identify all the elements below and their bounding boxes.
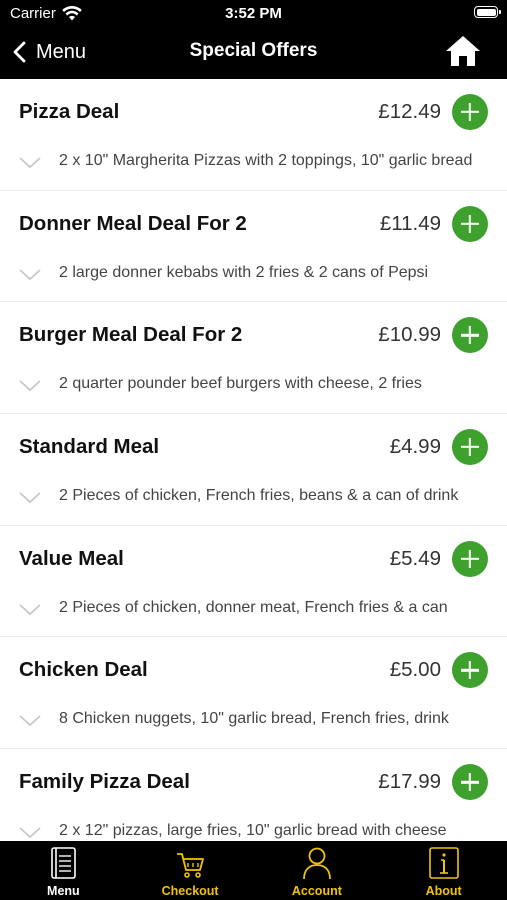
add-to-cart-button[interactable] <box>452 652 488 689</box>
tab-about[interactable]: About <box>380 841 507 900</box>
back-button[interactable]: Menu <box>12 36 86 68</box>
add-to-cart-button[interactable] <box>452 317 488 354</box>
offer-description: 2 quarter pounder beef burgers with chee… <box>59 375 422 393</box>
tab-bar: Menu Checkout Account About <box>0 841 507 900</box>
chevron-down-icon[interactable] <box>19 827 41 839</box>
offer-item[interactable]: Donner Meal Deal For 2 £11.49 2 large do… <box>0 191 507 303</box>
add-to-cart-button[interactable] <box>452 429 488 466</box>
offer-description: 2 large donner kebabs with 2 fries & 2 c… <box>59 263 429 281</box>
app-screen: Carrier 3:52 PM Menu Special Offers Pizz… <box>0 0 507 900</box>
offer-name: Value Meal <box>19 546 124 570</box>
offer-item[interactable]: Standard Meal £4.99 2 Pieces of chicken,… <box>0 414 507 526</box>
tab-checkout[interactable]: Checkout <box>127 841 254 900</box>
offer-item[interactable]: Burger Meal Deal For 2 £10.99 2 quarter … <box>0 302 507 415</box>
chevron-down-icon[interactable] <box>19 157 41 169</box>
battery-icon <box>474 6 501 18</box>
offer-price: £4.99 <box>389 435 441 459</box>
home-icon[interactable] <box>445 35 481 67</box>
offer-name: Chicken Deal <box>19 658 148 682</box>
offer-description: 2 x 10" Margherita Pizzas with 2 topping… <box>59 152 473 169</box>
offer-name: Donner Meal Deal For 2 <box>19 211 247 235</box>
offer-item[interactable]: Family Pizza Deal £17.99 2 x 12" pizzas,… <box>0 749 507 841</box>
chevron-down-icon[interactable] <box>19 492 41 504</box>
offer-name: Family Pizza Deal <box>19 770 190 794</box>
chevron-down-icon[interactable] <box>19 269 41 281</box>
top-bar: Carrier 3:52 PM Menu Special Offers <box>0 0 507 79</box>
offer-description: 8 Chicken nuggets, 10" garlic bread, Fre… <box>59 710 449 728</box>
offer-name: Standard Meal <box>19 435 160 459</box>
menu-book-icon <box>51 847 77 879</box>
chevron-down-icon[interactable] <box>19 380 41 392</box>
offer-name: Pizza Deal <box>19 100 120 123</box>
chevron-down-icon[interactable] <box>19 604 41 616</box>
tab-account[interactable]: Account <box>254 841 381 900</box>
tab-menu-label: Menu <box>47 884 80 898</box>
offer-item[interactable]: Chicken Deal £5.00 8 Chicken nuggets, 10… <box>0 637 507 750</box>
special-offers-list[interactable]: Pizza Deal £12.49 2 x 10" Margherita Piz… <box>0 79 507 841</box>
chevron-left-icon <box>13 41 26 63</box>
offer-name: Burger Meal Deal For 2 <box>19 323 243 347</box>
offer-description: 2 Pieces of chicken, French fries, beans… <box>59 487 459 505</box>
offer-price: £5.00 <box>389 658 441 682</box>
add-to-cart-button[interactable] <box>452 540 488 577</box>
tab-menu[interactable]: Menu <box>0 841 127 900</box>
status-time: 3:52 PM <box>225 5 282 22</box>
offer-price: £5.49 <box>389 546 441 570</box>
cart-icon <box>177 853 205 878</box>
offer-price: £17.99 <box>378 770 441 794</box>
add-to-cart-button[interactable] <box>452 94 488 130</box>
offer-item[interactable]: Value Meal £5.49 2 Pieces of chicken, do… <box>0 526 507 638</box>
offer-item[interactable]: Pizza Deal £12.49 2 x 10" Margherita Piz… <box>0 79 507 191</box>
tab-checkout-label: Checkout <box>161 884 219 898</box>
back-button-label: Menu <box>36 40 87 63</box>
person-icon <box>302 847 331 880</box>
chevron-down-icon[interactable] <box>19 715 41 727</box>
offer-description: 2 Pieces of chicken, donner meat, French… <box>59 598 448 616</box>
offer-price: £10.99 <box>378 323 441 347</box>
offer-price: £11.49 <box>379 211 441 235</box>
status-bar: Carrier 3:52 PM <box>0 0 507 28</box>
tab-about-label: About <box>425 884 462 898</box>
offer-price: £12.49 <box>378 100 441 123</box>
tab-account-label: Account <box>291 884 342 898</box>
add-to-cart-button[interactable] <box>452 205 488 242</box>
add-to-cart-button[interactable] <box>452 764 488 801</box>
info-icon <box>428 847 459 879</box>
navigation-bar: Menu Special Offers <box>0 28 507 79</box>
offer-description: 2 x 12" pizzas, large fries, 10" garlic … <box>59 822 447 840</box>
